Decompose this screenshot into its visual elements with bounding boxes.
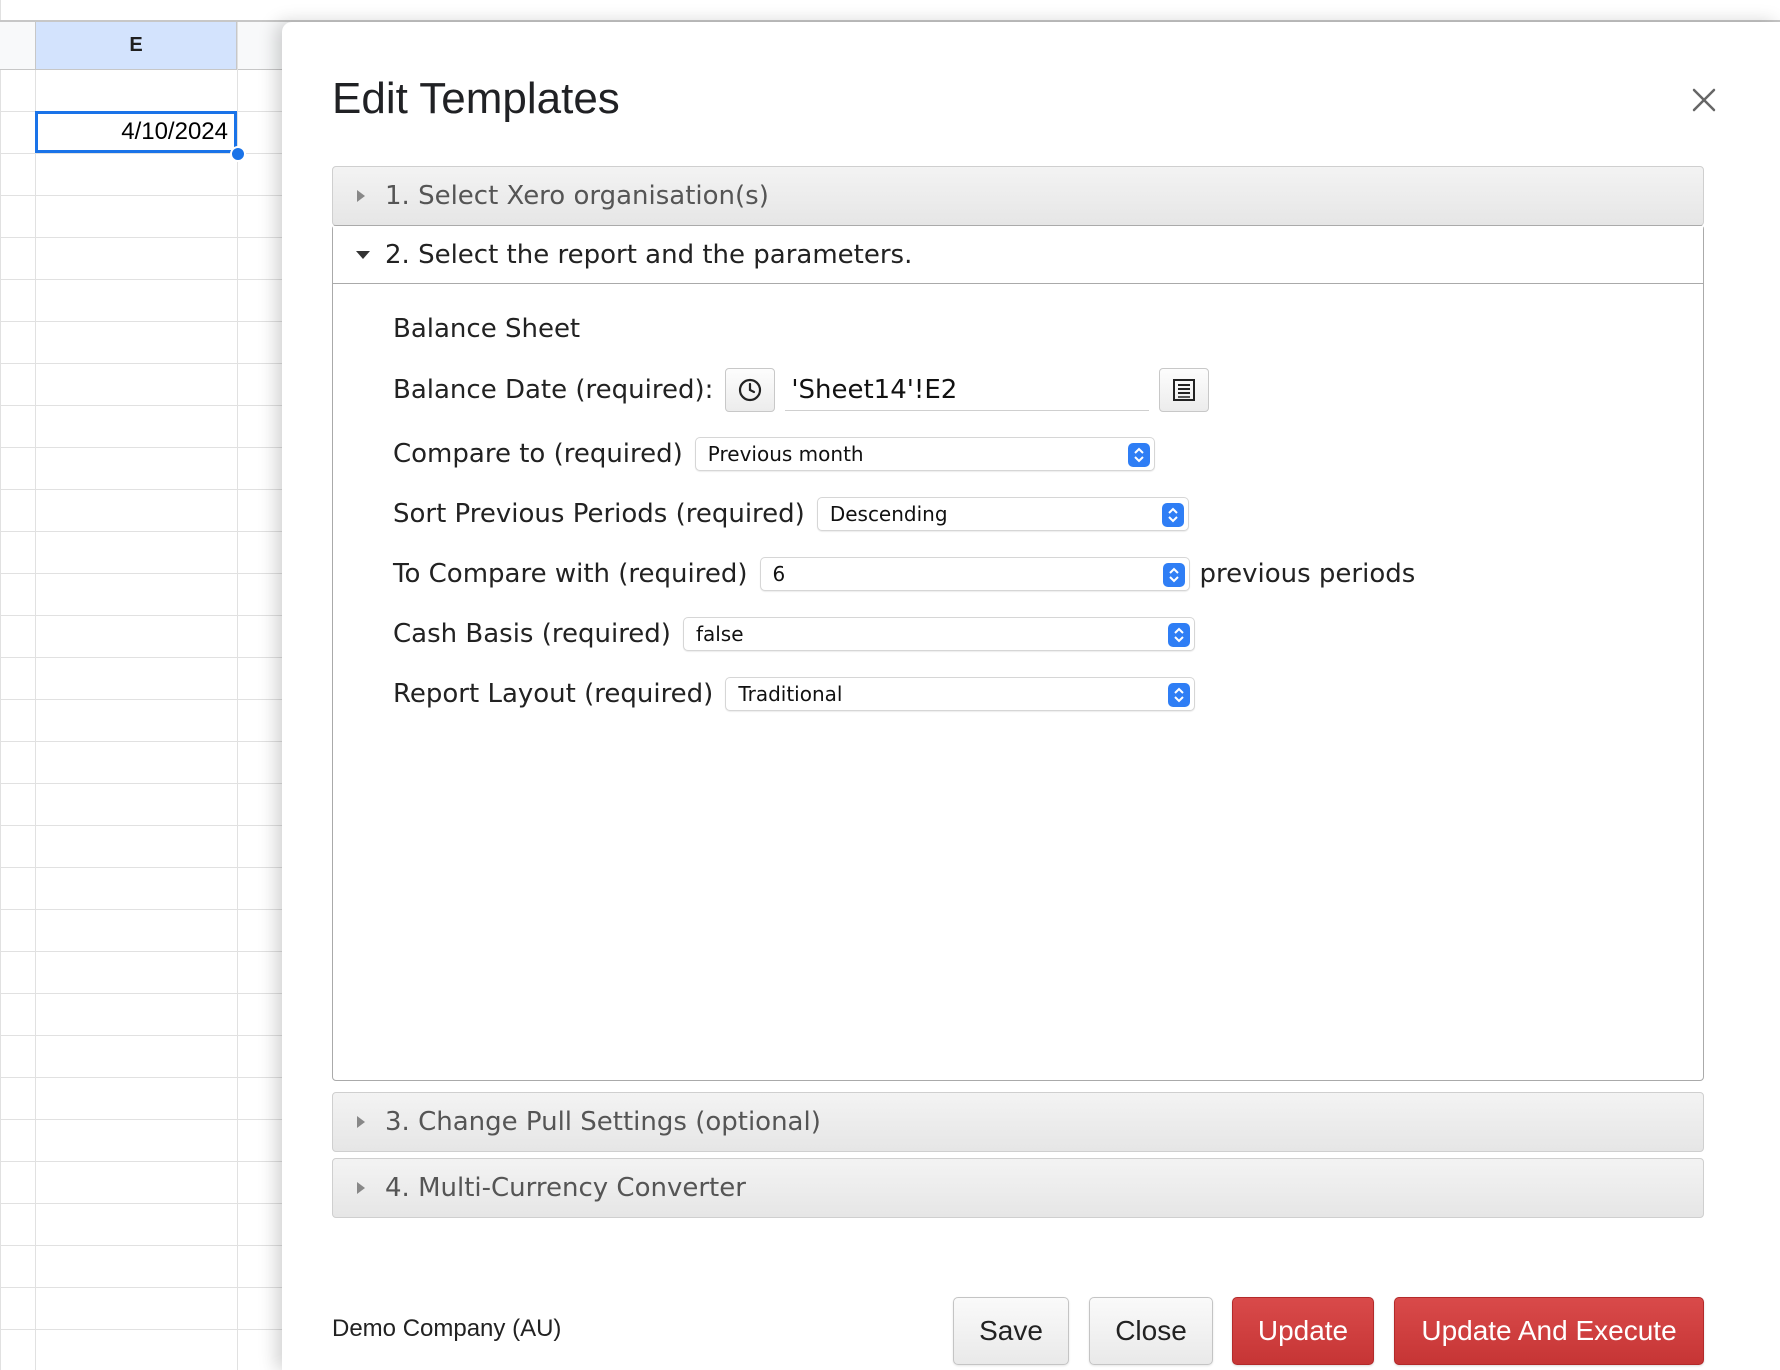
sort-previous-periods-label: Sort Previous Periods (required) — [393, 499, 805, 529]
sort-previous-periods-select[interactable]: Descending — [816, 497, 1189, 531]
chevron-up-down-icon — [1162, 563, 1185, 587]
caret-down-icon — [355, 249, 385, 261]
edit-templates-dialog: Edit Templates 1. Select Xero organisati… — [282, 22, 1780, 1370]
update-button[interactable]: Update — [1232, 1297, 1374, 1365]
compare-to-label: Compare to (required) — [393, 439, 683, 469]
compare-with-value: 6 — [772, 562, 786, 586]
sort-previous-periods-row: Sort Previous Periods (required) Descend… — [393, 494, 1189, 534]
balance-date-input[interactable] — [785, 369, 1150, 411]
caret-right-icon — [355, 1114, 385, 1130]
section-header-4[interactable]: 4. Multi-Currency Converter — [333, 1159, 1703, 1217]
compare-with-suffix: previous periods — [1199, 559, 1416, 589]
report-layout-label: Report Layout (required) — [393, 679, 714, 709]
section-header-1[interactable]: 1. Select Xero organisation(s) — [333, 167, 1703, 225]
chevron-up-down-icon — [1167, 623, 1190, 647]
cash-basis-row: Cash Basis (required) false — [393, 614, 1195, 654]
chevron-up-down-icon — [1127, 443, 1150, 467]
selected-cell-e2[interactable]: 4/10/2024 — [35, 111, 237, 153]
grid-column-line — [237, 22, 238, 1370]
section-label: 4. Multi-Currency Converter — [385, 1173, 746, 1203]
section-select-organisation: 1. Select Xero organisation(s) — [332, 166, 1704, 226]
chevron-up-down-icon — [1168, 683, 1191, 707]
caret-right-icon — [355, 188, 385, 204]
clock-icon[interactable] — [725, 368, 776, 412]
grid-column-line — [35, 22, 36, 1370]
compare-with-select[interactable]: 6 — [759, 557, 1190, 591]
compare-with-label: To Compare with (required) — [393, 559, 748, 589]
company-name: Demo Company (AU) — [332, 1315, 562, 1342]
update-and-execute-button[interactable]: Update And Execute — [1394, 1297, 1704, 1365]
section-report-parameters: 2. Select the report and the parameters.… — [332, 225, 1704, 1081]
section-pull-settings: 3. Change Pull Settings (optional) — [332, 1092, 1704, 1152]
dialog-title: Edit Templates — [332, 74, 620, 123]
save-button[interactable]: Save — [953, 1297, 1069, 1365]
section-label: 2. Select the report and the parameters. — [385, 239, 913, 270]
column-header-e[interactable]: E — [35, 22, 237, 70]
report-name: Balance Sheet — [393, 314, 581, 344]
compare-to-value: Previous month — [707, 442, 864, 466]
compare-to-select[interactable]: Previous month — [694, 437, 1155, 471]
report-layout-row: Report Layout (required) Traditional — [393, 674, 1196, 714]
fill-handle[interactable] — [230, 146, 246, 162]
caret-right-icon — [355, 1180, 385, 1196]
section-header-3[interactable]: 3. Change Pull Settings (optional) — [333, 1093, 1703, 1151]
cash-basis-select[interactable]: false — [682, 617, 1195, 651]
chevron-up-down-icon — [1161, 503, 1184, 527]
sort-value: Descending — [829, 502, 948, 526]
cash-basis-label: Cash Basis (required) — [393, 619, 671, 649]
cash-basis-value: false — [695, 622, 744, 646]
close-button[interactable]: Close — [1089, 1297, 1213, 1365]
compare-with-row: To Compare with (required) 6 previous pe… — [393, 554, 1415, 594]
list-icon[interactable] — [1159, 368, 1210, 412]
compare-to-row: Compare to (required) Previous month — [393, 434, 1155, 474]
section-header-2[interactable]: 2. Select the report and the parameters. — [333, 226, 1703, 284]
section-multi-currency: 4. Multi-Currency Converter — [332, 1158, 1704, 1218]
report-layout-value: Traditional — [738, 682, 843, 706]
balance-date-label: Balance Date (required): — [393, 375, 714, 405]
section-label: 3. Change Pull Settings (optional) — [385, 1107, 821, 1137]
report-layout-select[interactable]: Traditional — [725, 677, 1196, 711]
section-label: 1. Select Xero organisation(s) — [385, 181, 769, 211]
close-icon[interactable] — [1684, 80, 1724, 120]
balance-date-row: Balance Date (required): — [393, 368, 1210, 412]
report-parameters-body: Balance Sheet Balance Date (required): '… — [333, 284, 1703, 1080]
